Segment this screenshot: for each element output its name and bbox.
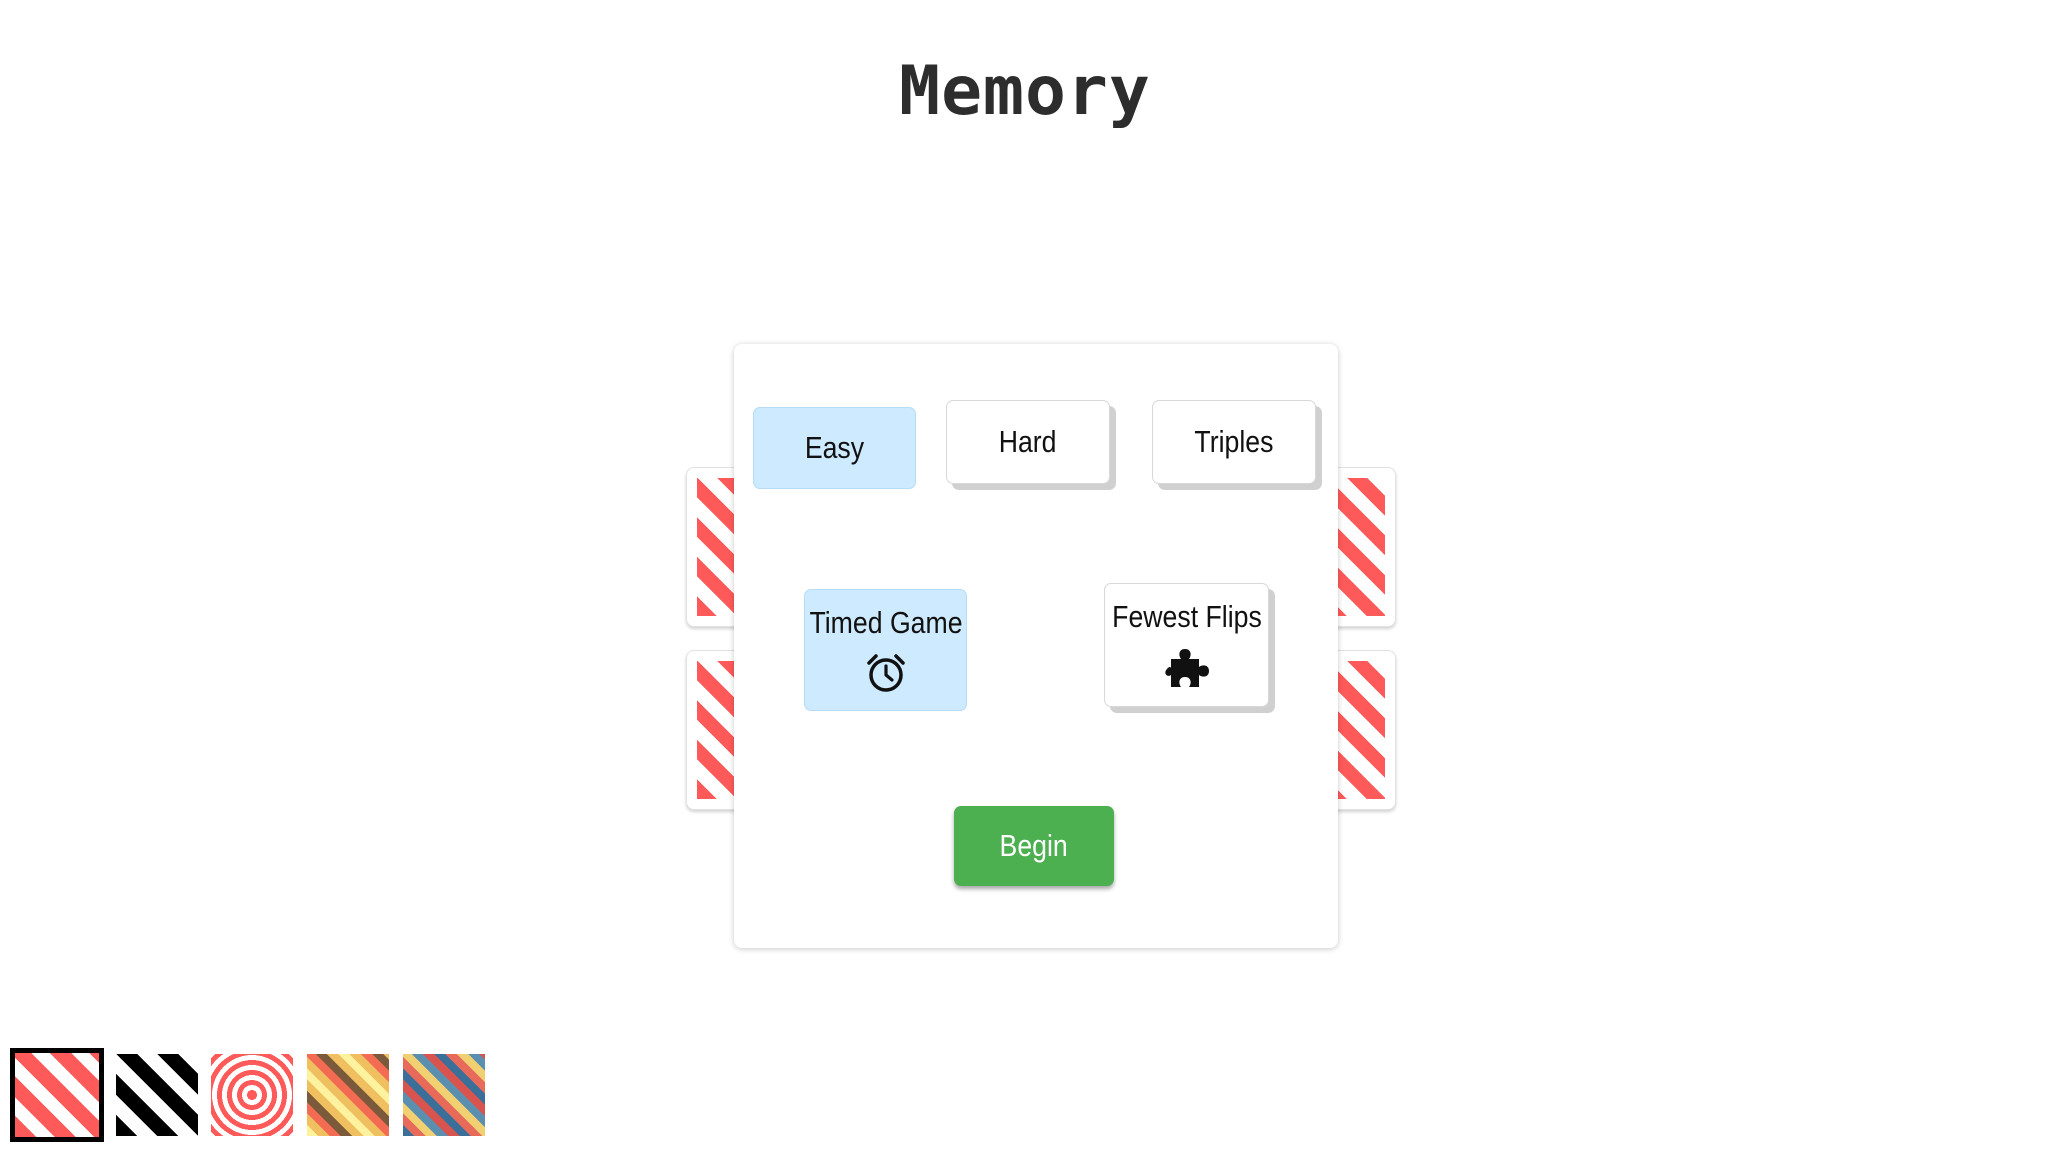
mode-fewest-flips-button[interactable]: Fewest Flips [1104,583,1269,707]
difficulty-easy-button[interactable]: Easy [753,407,916,489]
begin-button-label: Begin [999,828,1069,863]
theme-swatch-retro-stripes[interactable] [403,1054,485,1136]
begin-button[interactable]: Begin [954,806,1114,886]
theme-swatch-black-stripes[interactable] [116,1054,198,1136]
mode-fewest-flips-label: Fewest Flips [1111,598,1262,634]
difficulty-hard-button[interactable]: Hard [946,400,1110,484]
theme-swatch-red-rings[interactable] [211,1054,293,1136]
mode-timed-game-button[interactable]: Timed Game [804,589,967,711]
difficulty-triples-label: Triples [1194,423,1274,459]
new-game-dialog: Easy Hard Triples Timed Game Fewest Flip… [734,344,1338,948]
puzzle-piece-icon [1164,649,1209,688]
difficulty-triples-button[interactable]: Triples [1152,400,1316,484]
difficulty-easy-label: Easy [804,429,865,465]
theme-swatch-warm-stripes[interactable] [307,1054,389,1136]
alarm-clock-icon [866,654,905,692]
theme-swatch-red-stripes[interactable] [10,1048,104,1142]
page-title: Memory [899,52,1151,131]
mode-timed-game-label: Timed Game [808,604,963,640]
difficulty-hard-label: Hard [999,423,1057,459]
